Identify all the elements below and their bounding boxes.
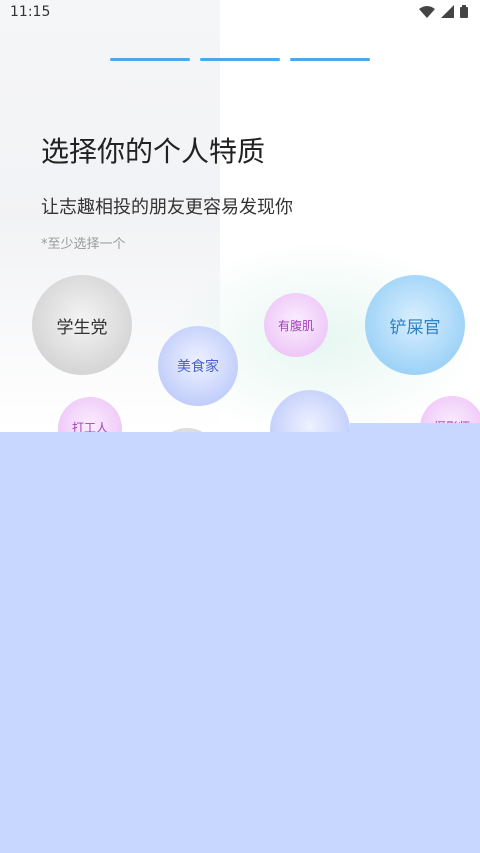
trait-label: 美食家 <box>177 359 219 375</box>
status-icons <box>419 5 468 18</box>
progress-step-2 <box>200 58 280 61</box>
trait-label: 有腹肌 <box>277 318 314 333</box>
trait-bubble-foodie[interactable]: 美食家 <box>158 326 238 406</box>
status-bar: 11:15 <box>0 0 480 24</box>
progress-indicator <box>110 58 370 61</box>
selection-hint: *至少选择一个 <box>41 237 126 252</box>
trait-bubble-student[interactable]: 学生党 <box>32 275 132 375</box>
trait-label: 学生党 <box>56 317 108 338</box>
trait-label: 铲屎官 <box>389 317 441 338</box>
signal-icon <box>441 5 454 18</box>
status-time: 11:15 <box>10 4 51 20</box>
trait-bubble-abs[interactable]: 有腹肌 <box>264 293 328 357</box>
wifi-icon <box>419 5 435 18</box>
progress-step-3 <box>290 58 370 61</box>
trait-bubble-pet-owner[interactable]: 铲屎官 <box>365 275 465 375</box>
overlay-panel <box>0 432 480 853</box>
battery-icon <box>460 5 468 18</box>
page-subtitle: 让志趣相投的朋友更容易发现你 <box>41 197 293 218</box>
page-title: 选择你的个人特质 <box>41 135 266 168</box>
progress-step-1 <box>110 58 190 61</box>
